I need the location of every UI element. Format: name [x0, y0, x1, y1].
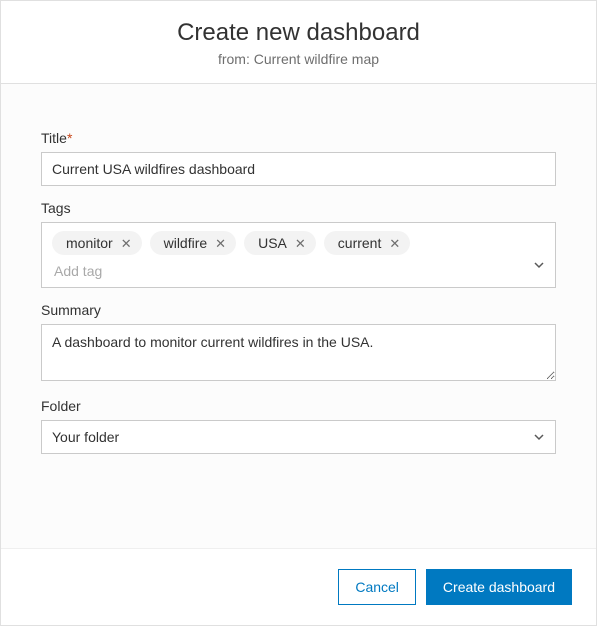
tags-label: Tags: [41, 200, 556, 216]
tag-chip-label: current: [338, 235, 382, 251]
remove-tag-icon[interactable]: ✕: [215, 237, 226, 250]
tag-chip-label: monitor: [66, 235, 113, 251]
required-mark: *: [67, 130, 72, 146]
dialog-subtitle: from: Current wildfire map: [21, 51, 576, 67]
remove-tag-icon[interactable]: ✕: [295, 237, 306, 250]
create-dashboard-dialog: Create new dashboard from: Current wildf…: [0, 0, 597, 626]
folder-select[interactable]: Your folder: [41, 420, 556, 454]
add-tag-input[interactable]: [52, 261, 202, 281]
title-field-group: Title*: [41, 130, 556, 186]
folder-label: Folder: [41, 398, 556, 414]
chevron-down-icon[interactable]: [533, 259, 545, 271]
tag-chip-label: USA: [258, 235, 287, 251]
tags-input-box[interactable]: monitor ✕ wildfire ✕ USA ✕ current ✕: [41, 222, 556, 288]
tags-field-group: Tags monitor ✕ wildfire ✕ USA ✕: [41, 200, 556, 288]
tag-chip[interactable]: wildfire ✕: [150, 231, 236, 255]
title-input[interactable]: [41, 152, 556, 186]
summary-textarea[interactable]: [41, 324, 556, 381]
folder-selected-value: Your folder: [52, 429, 119, 445]
tag-chip[interactable]: USA ✕: [244, 231, 316, 255]
tag-chip-label: wildfire: [164, 235, 208, 251]
tag-chip[interactable]: monitor ✕: [52, 231, 142, 255]
dialog-body: Title* Tags monitor ✕ wildfire ✕ USA: [1, 84, 596, 548]
remove-tag-icon[interactable]: ✕: [121, 237, 132, 250]
chevron-down-icon: [533, 431, 545, 443]
tags-chip-row: monitor ✕ wildfire ✕ USA ✕ current ✕: [52, 231, 527, 255]
folder-field-group: Folder Your folder: [41, 398, 556, 454]
cancel-button[interactable]: Cancel: [338, 569, 416, 605]
create-dashboard-button[interactable]: Create dashboard: [426, 569, 572, 605]
dialog-title: Create new dashboard: [21, 19, 576, 47]
tag-chip[interactable]: current ✕: [324, 231, 410, 255]
remove-tag-icon[interactable]: ✕: [389, 237, 400, 250]
summary-label: Summary: [41, 302, 556, 318]
dialog-footer: Cancel Create dashboard: [1, 548, 596, 625]
title-label: Title*: [41, 130, 556, 146]
dialog-header: Create new dashboard from: Current wildf…: [1, 1, 596, 84]
summary-field-group: Summary: [41, 302, 556, 384]
